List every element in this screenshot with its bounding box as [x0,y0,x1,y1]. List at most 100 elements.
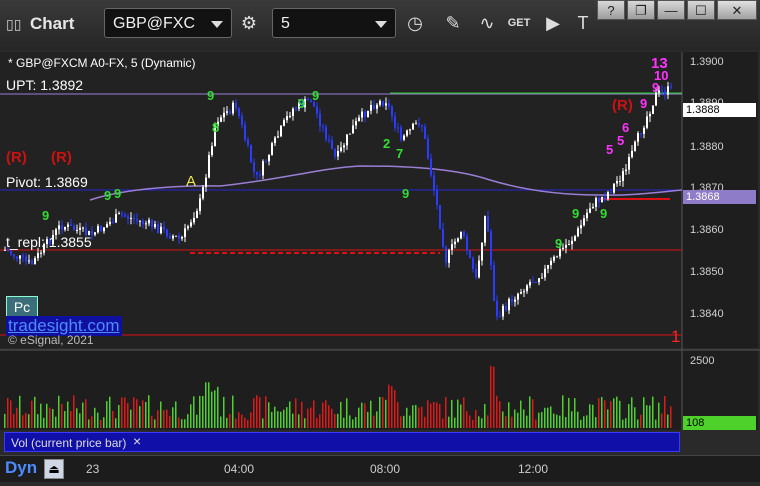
price-chart-svg[interactable]: 1.3900 1.3890 1.3880 1.3870 1.3860 1.385… [0,50,760,481]
play-icon[interactable]: ▶ [540,10,566,36]
candle-body [397,127,399,129]
chart-area[interactable]: 1.3900 1.3890 1.3880 1.3870 1.3860 1.385… [0,50,760,481]
volume-bar [559,415,561,428]
minimize-button[interactable]: — [657,0,685,20]
volume-bar [271,411,273,428]
volume-bar [625,418,627,428]
volume-bar [328,405,330,428]
candle-body [280,125,282,137]
volume-bar [22,415,24,428]
get-icon[interactable]: GET [506,10,532,36]
volume-current-box: 108 [683,416,756,430]
candle-body [448,249,450,263]
volume-bar [331,408,333,428]
volume-bar [61,403,63,428]
clock-icon[interactable]: ◷ [402,10,428,36]
text-icon[interactable]: T [570,10,596,36]
candle-body [433,175,435,191]
volume-bar [97,412,99,428]
volume-bar [424,416,426,428]
volume-bar [208,382,210,428]
svg-text:9: 9 [298,96,305,111]
candle-body [229,111,231,114]
volume-bar [355,417,357,428]
candle-body [556,256,558,258]
svg-text:5: 5 [617,133,624,148]
candle-body [331,139,333,149]
volume-bar [634,407,636,428]
volume-bar [268,402,270,428]
volume-bar [547,407,549,428]
candle-body [226,111,228,113]
volume-bar [175,401,177,428]
candle-body [574,236,576,241]
volume-bar [385,399,387,428]
candle-body [622,171,624,182]
candle-body [454,241,456,245]
settings-gear-icon[interactable]: ⚙ [236,10,262,36]
help-button[interactable]: ? [597,0,625,20]
volume-bar [496,395,498,428]
svg-text:9: 9 [207,88,214,103]
candle-body [388,103,390,107]
candle-body [508,299,510,311]
volume-bar [244,417,246,428]
volume-bar [433,401,435,428]
volume-bar [610,401,612,428]
volume-bar [79,413,81,428]
volume-bar [661,413,663,428]
volume-bar [298,414,300,428]
candle-body [58,225,60,230]
volume-bar [583,416,585,428]
volume-bar [607,409,609,428]
maximize-button[interactable]: ☐ [687,0,715,20]
candle-body [631,150,633,158]
volume-bar [73,395,75,428]
close-button[interactable]: ✕ [717,0,757,20]
volume-bar [490,365,492,428]
candle-body [394,116,396,128]
candle-body [154,224,156,228]
candle-body [568,244,570,246]
candle-body [400,127,402,140]
interval-dropdown[interactable]: 5 [272,8,396,38]
dyn-label[interactable]: Dyn [5,458,37,478]
volume-bar [637,419,639,428]
candle-body [67,224,69,227]
candle-body [583,218,585,226]
volume-label-bar[interactable]: Vol (current price bar) × [4,432,680,452]
svg-text:2: 2 [383,136,390,151]
pc-button[interactable]: Pc [6,296,38,318]
candle-body [202,187,204,199]
volume-bar [604,400,606,428]
volume-bar [481,418,483,428]
lock-icon[interactable]: ⏏ [44,459,64,479]
candle-body [16,256,18,259]
candle-body [505,305,507,311]
candle-body [346,134,348,146]
volume-bar [91,416,93,428]
candle-body [106,224,108,228]
candle-body [352,125,354,134]
volume-bar [667,414,669,428]
volume-bar [631,397,633,428]
candle-body [286,116,288,121]
volume-bar [118,404,120,428]
volume-bar [37,414,39,428]
indicator-icon[interactable]: ∿ [474,10,500,36]
volume-bar [25,412,27,428]
pencil-icon[interactable]: ✎ [440,10,466,36]
chevron-down-icon [375,21,387,28]
candle-body [208,155,210,178]
candle-body [337,151,339,157]
symbol-dropdown[interactable]: GBP@FXC [104,8,232,38]
volume-bar [202,396,204,428]
svg-text:9: 9 [600,206,607,221]
close-icon[interactable]: × [133,433,141,449]
restore-button[interactable]: ❐ [627,0,655,20]
volume-bar [499,401,501,428]
candle-body [241,115,243,125]
volume-bar [70,411,72,428]
candle-body [475,268,477,278]
candle-body [496,300,498,317]
